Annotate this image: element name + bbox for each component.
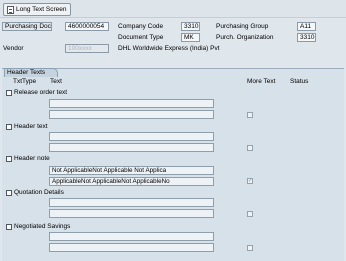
text-line-input[interactable] — [49, 209, 214, 218]
purchasing-doc-field[interactable]: 4600000054 — [65, 22, 109, 31]
text-line-input[interactable] — [49, 143, 214, 152]
long-text-screen-button[interactable]: Long Text Screen — [3, 3, 72, 16]
text-type-label: Header text — [14, 123, 48, 130]
tab-header-texts[interactable]: Header Texts — [4, 68, 58, 77]
purch-org-label: Purch. Organization — [216, 34, 274, 41]
more-text-checkbox[interactable] — [247, 211, 253, 217]
col-txttype-header: TxtType — [13, 78, 37, 85]
company-code-field[interactable]: 3310 — [181, 22, 200, 31]
document-type-label: Document Type — [118, 34, 164, 41]
text-type-label: Release order text — [14, 89, 68, 96]
text-type-checkbox[interactable] — [6, 89, 12, 96]
header-texts-panel: Header Texts TxtType Text More Text Stat… — [2, 68, 344, 261]
vendor-name: DHL Worldwide Express (India) Pvt — [118, 45, 220, 52]
document-icon — [7, 5, 14, 14]
purchasing-group-field[interactable]: A11 — [297, 22, 316, 31]
vendor-label: Vendor — [3, 45, 24, 52]
text-type-row: Quotation Details — [6, 189, 64, 196]
purchasing-group-label: Purchasing Group — [216, 23, 269, 30]
more-text-checkbox[interactable] — [247, 112, 253, 118]
more-text-checkbox[interactable] — [247, 145, 253, 151]
text-line-input[interactable] — [49, 232, 214, 241]
text-type-checkbox[interactable] — [6, 123, 12, 130]
text-line-input[interactable] — [49, 99, 214, 108]
purch-org-field[interactable]: 3310 — [297, 33, 316, 42]
text-line-input[interactable] — [49, 243, 214, 252]
text-line-input[interactable]: Not ApplicableNot Applicable Not Applica — [49, 166, 214, 175]
long-text-screen-label: Long Text Screen — [16, 6, 67, 13]
text-line-input[interactable]: ApplicableNot ApplicableNot ApplicableNo — [49, 177, 214, 186]
document-header: Purchasing Doc. 4600000054 Company Code … — [0, 18, 346, 62]
text-type-row: Negotiated Savings — [6, 223, 70, 230]
document-type-field[interactable]: MK — [181, 33, 200, 42]
purchasing-doc-label: Purchasing Doc. — [2, 22, 52, 31]
text-line-input[interactable] — [49, 132, 214, 141]
more-text-checkbox[interactable]: ✓ — [247, 178, 253, 184]
text-type-checkbox[interactable] — [6, 189, 12, 196]
text-type-label: Header note — [14, 155, 50, 162]
text-type-checkbox[interactable] — [6, 155, 12, 162]
application-toolbar: Long Text Screen — [0, 0, 346, 18]
text-line-input[interactable] — [49, 110, 214, 119]
text-type-row: Header text — [6, 123, 48, 130]
col-status-header: Status — [290, 78, 309, 85]
more-text-checkbox[interactable] — [247, 245, 253, 251]
col-more-text-header: More Text — [247, 78, 276, 85]
company-code-label: Company Code — [118, 23, 164, 30]
text-type-label: Quotation Details — [14, 189, 64, 196]
col-text-header: Text — [50, 78, 62, 85]
text-line-input[interactable] — [49, 198, 214, 207]
text-type-row: Release order text — [6, 89, 67, 96]
text-type-checkbox[interactable] — [6, 223, 12, 230]
text-type-label: Negotiated Savings — [14, 223, 71, 230]
text-type-row: Header note — [6, 155, 50, 162]
vendor-field[interactable]: 100xxxx — [65, 44, 109, 53]
